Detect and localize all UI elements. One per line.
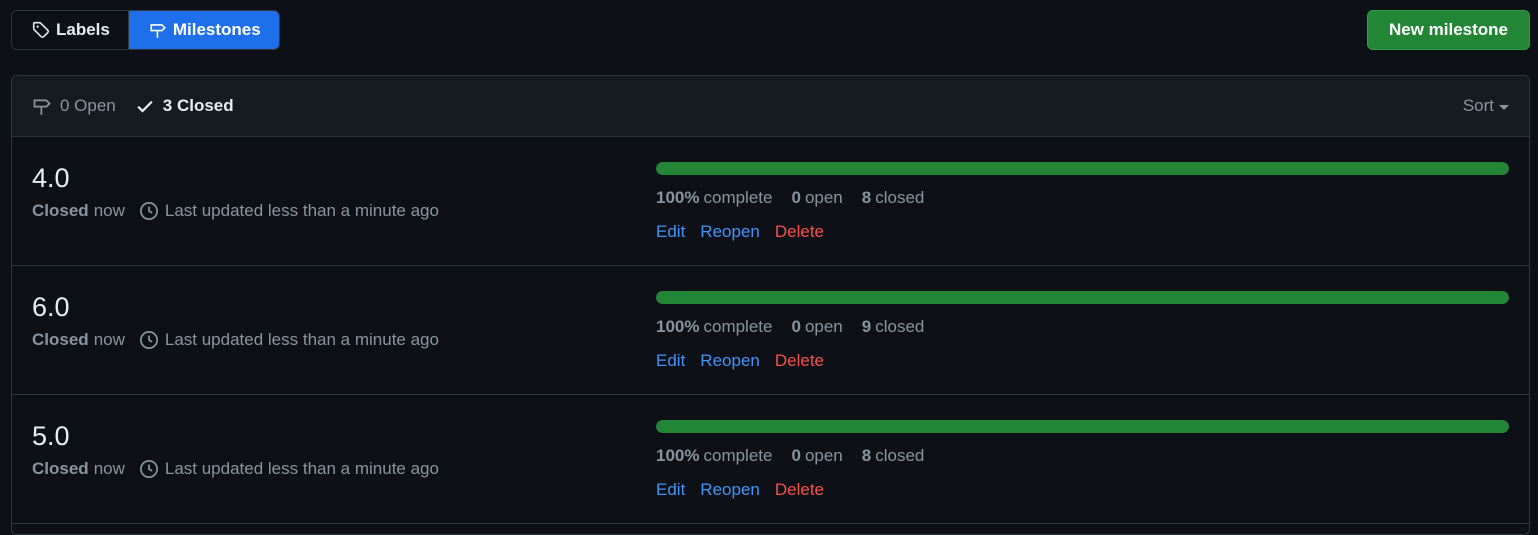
closed-count: 9	[861, 317, 872, 336]
milestone-meta: Closed now Last updated less than a minu…	[32, 201, 439, 221]
milestones-tab-label: Milestones	[172, 20, 261, 39]
closed-label: closed	[875, 317, 925, 336]
percent-complete: 100%	[656, 188, 700, 207]
milestones-filter-header: 0 Open 3 Closed Sort	[12, 76, 1529, 137]
milestone-updated: Last updated less than a minute ago	[164, 330, 439, 349]
milestone-meta: Closed now Last updated less than a minu…	[32, 330, 439, 350]
percent-complete: 100%	[656, 317, 700, 336]
clock-icon	[139, 460, 158, 478]
milestone-actions: Edit Reopen Delete	[656, 222, 1509, 242]
clock-icon	[139, 202, 158, 220]
progress-fill	[656, 162, 1509, 175]
milestone-row: 5.0 Closed now Last updated less than a …	[12, 395, 1529, 524]
open-count: 0	[791, 317, 801, 336]
milestone-state: Closed	[32, 459, 89, 478]
closed-filter-label: 3 Closed	[162, 96, 234, 115]
complete-label: complete	[703, 317, 773, 336]
progress-bar	[656, 162, 1509, 175]
open-filter[interactable]: 0 Open	[32, 96, 116, 116]
new-milestone-button[interactable]: New milestone	[1366, 10, 1530, 50]
milestone-meta: Closed now Last updated less than a minu…	[32, 459, 439, 479]
milestone-actions: Edit Reopen Delete	[656, 351, 1509, 371]
tag-icon	[32, 21, 50, 39]
progress-bar	[656, 420, 1509, 433]
closed-filter[interactable]: 3 Closed	[135, 96, 234, 116]
milestone-row: 6.0 Closed now Last updated less than a …	[12, 266, 1529, 395]
milestone-title[interactable]: 6.0	[32, 292, 439, 322]
sort-label: Sort	[1462, 96, 1494, 115]
milestone-stats: 100% complete 0 open 9 closed	[656, 317, 1509, 337]
sort-dropdown[interactable]: Sort	[1463, 96, 1509, 116]
caret-down-icon	[1499, 104, 1509, 110]
open-count: 0	[791, 188, 801, 207]
closed-count: 8	[861, 188, 872, 207]
milestone-actions: Edit Reopen Delete	[656, 480, 1509, 500]
complete-label: complete	[703, 188, 773, 207]
milestone-icon	[150, 24, 166, 38]
complete-label: complete	[703, 446, 773, 465]
check-icon	[137, 100, 153, 113]
reopen-link[interactable]: Reopen	[700, 351, 760, 371]
milestone-updated: Last updated less than a minute ago	[164, 459, 439, 478]
delete-link[interactable]: Delete	[775, 480, 824, 500]
edit-link[interactable]: Edit	[656, 480, 685, 500]
milestone-closed-when: now	[93, 201, 125, 220]
open-label: open	[804, 446, 843, 465]
edit-link[interactable]: Edit	[656, 222, 685, 242]
milestone-icon	[33, 99, 51, 115]
open-filter-label: 0 Open	[60, 96, 116, 115]
milestone-state: Closed	[32, 330, 89, 349]
milestones-tab[interactable]: Milestones	[127, 11, 279, 49]
open-label: open	[804, 188, 843, 207]
percent-complete: 100%	[656, 446, 700, 465]
closed-label: closed	[875, 446, 925, 465]
labels-milestones-switch: Labels Milestones	[11, 10, 280, 50]
progress-bar	[656, 291, 1509, 304]
top-bar: Labels Milestones New milestone	[11, 10, 1530, 50]
milestone-updated: Last updated less than a minute ago	[164, 201, 439, 220]
milestone-title[interactable]: 4.0	[32, 163, 439, 193]
reopen-link[interactable]: Reopen	[700, 480, 760, 500]
delete-link[interactable]: Delete	[775, 351, 824, 371]
closed-label: closed	[875, 188, 925, 207]
delete-link[interactable]: Delete	[775, 222, 824, 242]
milestone-closed-when: now	[93, 330, 125, 349]
edit-link[interactable]: Edit	[656, 351, 685, 371]
milestone-stats: 100% complete 0 open 8 closed	[656, 446, 1509, 466]
open-label: open	[804, 317, 843, 336]
closed-count: 8	[861, 446, 872, 465]
progress-fill	[656, 420, 1509, 433]
milestone-state: Closed	[32, 201, 89, 220]
reopen-link[interactable]: Reopen	[700, 222, 760, 242]
milestone-row: 4.0 Closed now Last updated less than a …	[12, 137, 1529, 266]
milestone-stats: 100% complete 0 open 8 closed	[656, 188, 1509, 208]
open-count: 0	[791, 446, 801, 465]
milestones-list: 0 Open 3 Closed Sort 4.0 Closed now Last…	[11, 75, 1530, 535]
progress-fill	[656, 291, 1509, 304]
labels-tab[interactable]: Labels	[12, 11, 128, 49]
milestone-title[interactable]: 5.0	[32, 421, 439, 451]
labels-tab-label: Labels	[56, 20, 110, 39]
milestone-closed-when: now	[93, 459, 125, 478]
clock-icon	[139, 331, 158, 349]
